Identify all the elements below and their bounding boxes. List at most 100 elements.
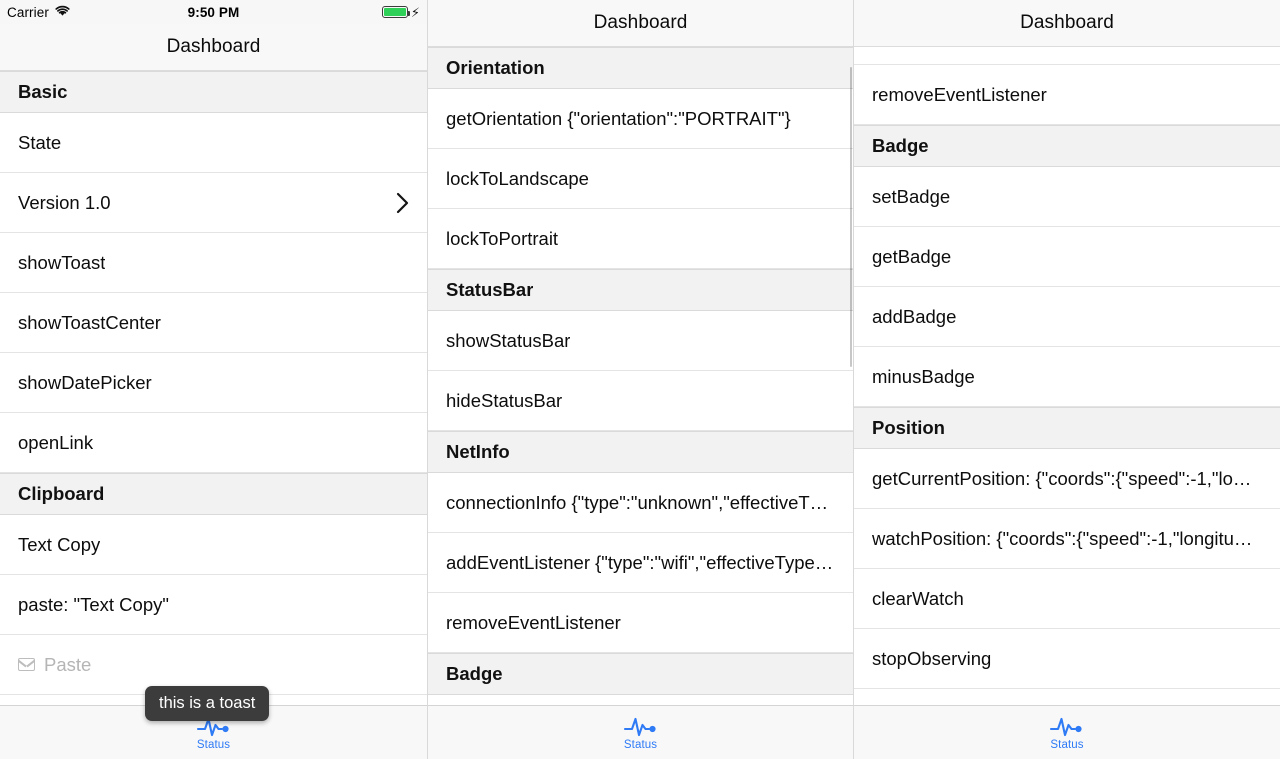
tab-bar: Status — [854, 705, 1280, 759]
list-item[interactable]: getOrientation {"orientation":"PORTRAIT"… — [428, 89, 853, 149]
status-bar: Carrier 9:50 PM ⚡ — [0, 0, 427, 24]
nav-bar: Dashboard — [0, 24, 427, 71]
list-item[interactable]: getBadge — [854, 227, 1280, 287]
list-item-label: Text Copy — [18, 533, 101, 555]
pulse-icon — [623, 714, 659, 738]
list-item[interactable]: showStatusBar — [428, 311, 853, 371]
list-item-label: showToast — [18, 251, 106, 273]
list-item[interactable]: Version 1.0 — [0, 173, 427, 233]
list-item[interactable]: removeEventListener — [854, 65, 1280, 125]
battery-full-icon — [381, 6, 410, 18]
scrollbar[interactable] — [849, 67, 852, 367]
nav-bar: Dashboard — [428, 0, 853, 47]
pulse-icon — [1049, 714, 1085, 738]
list-item-label: addBadge — [872, 305, 957, 327]
list-item-label: getBadge — [872, 245, 952, 267]
list-item[interactable]: showToast — [0, 233, 427, 293]
section-title: StatusBar — [446, 279, 534, 300]
nav-bar: Dashboard — [854, 0, 1280, 47]
list-item[interactable]: stopObserving — [854, 629, 1280, 689]
lightning-bolt-icon: ⚡ — [410, 4, 420, 20]
wifi-icon — [55, 5, 70, 20]
list-view[interactable]: Basic State Version 1.0 showToast showToastC… — [0, 71, 427, 704]
list-item-label: watchPosition: {"coords":{"speed":-1,"lo… — [872, 527, 1253, 549]
list-item[interactable]: clearWatch — [854, 569, 1280, 629]
panel-left: Carrier 9:50 PM ⚡ Dashboard Basic State … — [0, 0, 427, 759]
list-item[interactable]: connectionInfo {"type":"unknown","effect… — [428, 473, 853, 533]
mail-icon — [18, 658, 35, 671]
toast-message: this is a toast — [145, 685, 270, 721]
list-item[interactable]: minusBadge — [854, 347, 1280, 407]
section-title: NetInfo — [446, 441, 510, 462]
list-item-label: showToastCenter — [18, 311, 161, 333]
list-item-label: lockToPortrait — [446, 227, 559, 249]
list-item-label: getCurrentPosition: {"coords":{"speed":-… — [872, 467, 1252, 489]
list-item[interactable]: lockToPortrait — [428, 209, 853, 269]
tab-status[interactable]: Status — [1012, 714, 1122, 751]
list-item[interactable]: paste: "Text Copy" — [0, 575, 427, 635]
list-item[interactable]: lockToLandscape — [428, 149, 853, 209]
list-item-label: paste: "Text Copy" — [18, 593, 169, 615]
list-section-header: NetInfo — [428, 431, 853, 473]
list-view[interactable]: Orientation getOrientation {"orientation"… — [428, 47, 853, 705]
list-item-label: Paste — [44, 653, 92, 675]
status-bar-left: Carrier — [7, 5, 70, 20]
list-item-label: showStatusBar — [446, 329, 571, 351]
list-item[interactable]: setBadge — [854, 167, 1280, 227]
section-title: Badge — [446, 663, 503, 684]
list-section-header: Badge — [854, 125, 1280, 167]
list-item[interactable]: hideStatusBar — [428, 371, 853, 431]
list-item-label: connectionInfo {"type":"unknown","effect… — [446, 491, 829, 513]
section-title: Badge — [872, 135, 929, 156]
page-title: Dashboard — [1020, 12, 1114, 33]
multi-screen-container: Carrier 9:50 PM ⚡ Dashboard Basic State … — [0, 0, 1280, 759]
list-item-label: State — [18, 131, 62, 153]
tab-status[interactable]: Status — [586, 714, 696, 751]
list-section-header: Position — [854, 407, 1280, 449]
panel-right: Dashboard addEventListener {"type":"wifi… — [853, 0, 1280, 759]
list-section-header: Badge — [428, 653, 853, 695]
section-title: Orientation — [446, 57, 545, 78]
list-item[interactable]: Text Copy — [0, 515, 427, 575]
section-title: Position — [872, 417, 945, 438]
list-item-label: addEventListener {"type":"wifi","effecti… — [446, 551, 834, 573]
list-item-label: lockToLandscape — [446, 167, 589, 189]
list-item-label: stopObserving — [872, 647, 992, 669]
list-content: Orientation getOrientation {"orientation"… — [428, 47, 853, 695]
status-bar-right: ⚡ — [381, 4, 420, 20]
list-item[interactable]: getCurrentPosition: {"coords":{"speed":-… — [854, 449, 1280, 509]
list-item-label: openLink — [18, 431, 94, 453]
list-item[interactable]: addEventListener {"type":"wifi","effecti… — [428, 533, 853, 593]
list-item[interactable]: addEventListener {"type":"wifi","effecti… — [854, 47, 1280, 65]
section-title: Clipboard — [18, 483, 105, 504]
list-item[interactable]: showToastCenter — [0, 293, 427, 353]
list-item[interactable]: removeEventListener — [428, 593, 853, 653]
list-item[interactable]: showDatePicker — [0, 353, 427, 413]
list-item-label: Version 1.0 — [18, 191, 111, 213]
list-item-label: minusBadge — [872, 365, 975, 387]
list-item-label: getOrientation {"orientation":"PORTRAIT"… — [446, 107, 791, 129]
tab-status-label: Status — [623, 739, 658, 751]
list-item-label: removeEventListener — [446, 611, 621, 633]
tab-bar: Status — [428, 705, 853, 759]
list-item[interactable]: addBadge — [854, 287, 1280, 347]
list-item[interactable]: openLink — [0, 413, 427, 473]
tab-status-label: Status — [196, 739, 231, 751]
list-content: addEventListener {"type":"wifi","effecti… — [854, 47, 1280, 689]
tab-status-label: Status — [1050, 739, 1084, 751]
list-item-label: hideStatusBar — [446, 389, 563, 411]
page-title: Dashboard — [166, 36, 261, 57]
chevron-right-icon — [396, 192, 409, 214]
list-section-header: Clipboard — [0, 473, 427, 515]
list-item[interactable]: watchPosition: {"coords":{"speed":-1,"lo… — [854, 509, 1280, 569]
carrier-label: Carrier — [7, 4, 49, 20]
list-content: Basic State Version 1.0 showToast showToastC… — [0, 71, 427, 695]
panel-middle: Dashboard Orientation getOrientation {"or… — [427, 0, 853, 759]
list-item-label: showDatePicker — [18, 371, 152, 393]
list-item-label: setBadge — [872, 185, 951, 207]
list-view[interactable]: addEventListener {"type":"wifi","effecti… — [854, 47, 1280, 705]
list-item[interactable]: State — [0, 113, 427, 173]
list-item-label: removeEventListener — [872, 83, 1047, 105]
section-title: Basic — [18, 81, 68, 102]
list-section-header: StatusBar — [428, 269, 853, 311]
